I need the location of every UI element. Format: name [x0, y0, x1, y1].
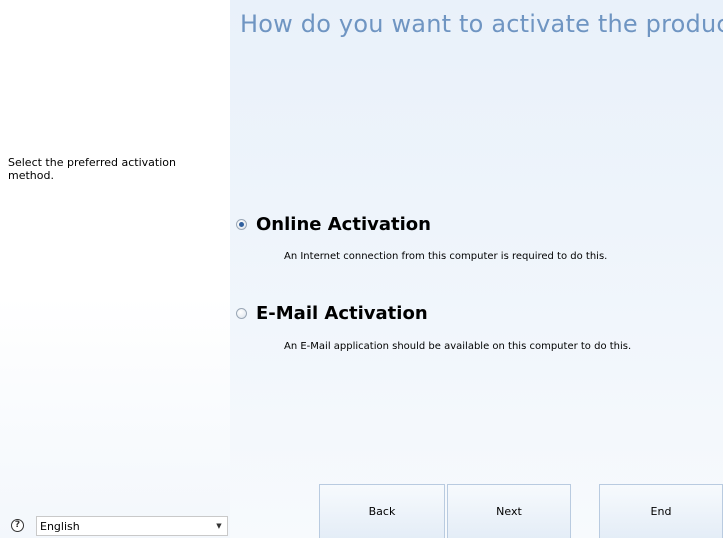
online-activation-description: An Internet connection from this compute… [284, 251, 608, 262]
main-panel [230, 0, 723, 538]
chevron-down-icon[interactable]: ▼ [211, 517, 227, 535]
help-icon[interactable]: ? [11, 519, 24, 532]
page-title: How do you want to activate the product? [240, 10, 723, 38]
online-activation-option[interactable]: Online Activation [236, 214, 431, 235]
end-button[interactable]: End [599, 484, 723, 538]
instruction-text: Select the preferred activation method. [8, 156, 176, 182]
email-activation-description: An E-Mail application should be availabl… [284, 341, 632, 352]
language-select[interactable]: English ▼ [36, 516, 228, 536]
next-button[interactable]: Next [447, 484, 571, 538]
email-activation-option[interactable]: E-Mail Activation [236, 303, 428, 324]
email-activation-label[interactable]: E-Mail Activation [256, 303, 428, 324]
sidebar-panel [0, 0, 230, 538]
back-button[interactable]: Back [319, 484, 445, 538]
online-activation-label[interactable]: Online Activation [256, 214, 431, 235]
email-activation-radio[interactable] [236, 308, 247, 319]
language-value: English [40, 519, 80, 533]
online-activation-radio[interactable] [236, 219, 247, 230]
